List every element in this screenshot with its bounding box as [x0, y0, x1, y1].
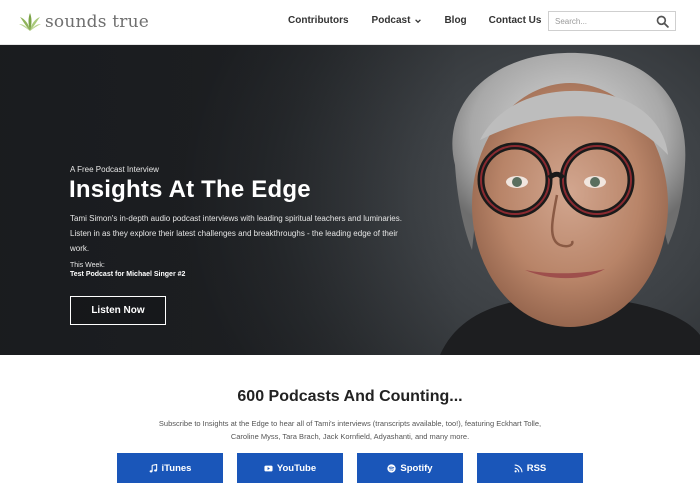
search-box [548, 11, 676, 31]
section-title: 600 Podcasts And Counting... [237, 388, 463, 405]
music-note-icon [149, 463, 157, 472]
hero-description: Tami Simon's in-depth audio podcast inte… [70, 214, 402, 253]
spotify-button[interactable]: Spotify [357, 453, 463, 483]
main-nav: Contributors Podcast Blog Contact Us [288, 15, 541, 26]
section-description: Subscribe to Insights at the Edge to hea… [158, 419, 542, 441]
youtube-label: YouTube [276, 462, 317, 474]
rss-button[interactable]: RSS [477, 453, 583, 483]
site-logo[interactable]: sounds true [18, 9, 149, 35]
itunes-label: iTunes [161, 462, 192, 474]
this-week-label: This Week: [70, 262, 105, 269]
spotify-label: Spotify [400, 462, 433, 474]
nav-contributors[interactable]: Contributors [288, 15, 349, 26]
nav-podcast-label: Podcast [371, 15, 411, 26]
listen-now-button[interactable]: Listen Now [70, 296, 166, 325]
nav-contact-us[interactable]: Contact Us [489, 15, 542, 26]
this-week-episode-title: Test Podcast for Michael Singer #2 [70, 271, 186, 278]
youtube-icon [264, 465, 273, 471]
hero-title: Insights At The Edge [69, 176, 311, 203]
nav-podcast[interactable]: Podcast [372, 15, 423, 26]
hero-banner: A Free Podcast Interview Insights At The… [0, 45, 700, 355]
search-input[interactable] [549, 12, 649, 30]
youtube-button[interactable]: YouTube [237, 453, 343, 483]
rss-label: RSS [526, 462, 547, 474]
logo-wordmark: sounds true [45, 12, 150, 32]
search-icon[interactable] [656, 15, 669, 28]
nav-blog[interactable]: Blog [444, 15, 466, 26]
hero-eyebrow: A Free Podcast Interview [70, 165, 159, 174]
chevron-down-icon [415, 18, 422, 23]
itunes-button[interactable]: iTunes [117, 453, 223, 483]
spotify-icon [387, 463, 397, 473]
rss-icon [514, 464, 523, 472]
site-header: sounds true Contributors Podcast Blog Co… [0, 0, 700, 45]
leaf-logo-icon [19, 13, 41, 31]
host-portrait-image [440, 52, 700, 355]
